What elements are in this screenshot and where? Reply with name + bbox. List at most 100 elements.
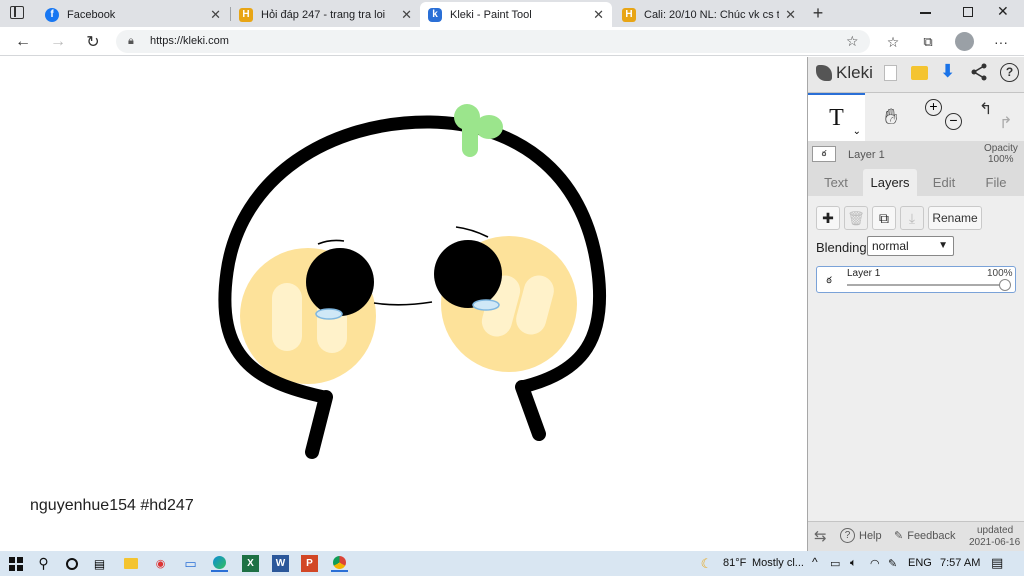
reload-button[interactable]: ↻ [82, 31, 104, 53]
tab-hoidap[interactable]: H Hỏi đáp 247 - trang tra loi ✕ [231, 2, 420, 27]
word-icon[interactable]: W [272, 555, 289, 572]
notification-icon[interactable]: ▤ [991, 555, 1003, 571]
close-icon[interactable]: ✕ [593, 7, 604, 23]
tool-row: T ⌄ ✋︎ + − ↰ ↱ [808, 93, 1024, 141]
avatar[interactable] [955, 32, 974, 51]
search-icon[interactable]: ⚲ [35, 555, 52, 572]
new-image-icon[interactable] [884, 65, 897, 81]
layer-opacity-slider[interactable] [847, 284, 1007, 286]
volume-icon[interactable]: 🔈︎ [850, 557, 857, 570]
undo-icon[interactable]: ↰ [979, 99, 992, 119]
app-icon[interactable]: ◉ [152, 555, 169, 572]
share-icon[interactable] [970, 63, 988, 86]
zoom-in-icon[interactable]: + [925, 99, 942, 116]
battery-icon[interactable]: ▭ [830, 557, 840, 570]
drawing-artwork [218, 104, 607, 459]
right-foot [515, 380, 546, 441]
rename-button[interactable]: Rename [928, 206, 982, 230]
close-icon[interactable]: ✕ [401, 7, 412, 23]
feedback-label: Feedback [907, 529, 956, 542]
hand-tool-button[interactable]: ✋︎ [865, 93, 917, 141]
merge-layer-button[interactable]: ⤓ [900, 206, 924, 230]
clock-time[interactable]: 7:57 AM [940, 557, 980, 569]
favorites-icon[interactable]: ☆ [882, 31, 904, 53]
file-explorer-icon[interactable] [122, 555, 139, 572]
url-text: https://kleki.com [150, 35, 229, 47]
layer-opacity-handle[interactable] [999, 279, 1011, 291]
weather-temp: 81°F [723, 557, 747, 569]
chrome-icon[interactable] [331, 555, 348, 572]
drawing-canvas[interactable]: nguyenhue154 #hd247 [0, 57, 807, 551]
language-indicator[interactable]: ENG [908, 557, 932, 569]
task-view-icon[interactable]: ▤ [91, 555, 108, 572]
zoom-tool-button[interactable]: + − [917, 93, 969, 141]
favorite-star-icon[interactable]: ☆ [846, 33, 859, 50]
kleki-icon: k [428, 7, 442, 22]
chevron-down-icon[interactable]: ⌄ [853, 126, 861, 137]
tab-title: Cali: 20/10 NL: Chúc vk cs thêm [644, 8, 780, 21]
layer-list-item[interactable]: ఠ Layer 1 100% [816, 266, 1016, 293]
window-menu-icon[interactable] [10, 6, 24, 19]
minimize-button[interactable] [920, 12, 931, 14]
redo-icon[interactable]: ↱ [999, 113, 1012, 133]
tab-file[interactable]: File [972, 169, 1020, 196]
feedback-link[interactable]: ✎ Feedback [894, 529, 956, 543]
pencil-icon: ✎ [894, 530, 904, 542]
windows-start-icon[interactable] [7, 555, 24, 572]
address-bar: ← → ↻ 🔒︎ https://kleki.com ☆ ☆ ⧉ ··· [0, 27, 1024, 56]
url-field[interactable]: 🔒︎ https://kleki.com ☆ [116, 30, 870, 53]
tray-chevron-icon[interactable]: ^ [812, 555, 818, 569]
duplicate-layer-button[interactable]: ⧉ [872, 206, 896, 230]
close-icon[interactable]: ✕ [210, 7, 221, 23]
download-icon[interactable]: ⬇ [940, 61, 955, 82]
swap-icon[interactable]: ⇆ [814, 527, 827, 545]
text-tool-button[interactable]: T ⌄ [808, 93, 865, 141]
tab-text[interactable]: Text [812, 169, 860, 196]
tab-layers[interactable]: Layers [863, 169, 917, 196]
kleki-logo-icon [816, 65, 832, 81]
tab-cali[interactable]: H Cali: 20/10 NL: Chúc vk cs thêm ✕ [614, 2, 804, 27]
back-button[interactable]: ← [12, 31, 34, 53]
tab-edit[interactable]: Edit [920, 169, 968, 196]
edge-icon[interactable] [211, 555, 228, 572]
delete-layer-button[interactable]: 🗑︎ [844, 206, 868, 230]
undo-redo-button[interactable]: ↰ ↱ [969, 93, 1024, 141]
layers-tab-body: ✚ 🗑︎ ⧉ ⤓ Rename Blending normal ▼ ఠ Laye… [808, 196, 1024, 521]
more-menu-icon[interactable]: ··· [990, 31, 1012, 53]
chevron-down-icon: ▼ [938, 240, 948, 251]
pen-icon[interactable]: ✎ [888, 557, 897, 570]
excel-icon[interactable]: X [242, 555, 259, 572]
monitor-icon[interactable]: ▭ [182, 555, 199, 572]
blending-value: normal [872, 239, 909, 253]
tab-kleki[interactable]: k Kleki - Paint Tool ✕ [420, 2, 612, 27]
cortana-icon[interactable] [63, 555, 80, 572]
layer-opacity-value: 100% [987, 268, 1013, 279]
help-icon: ? [840, 528, 855, 543]
zoom-out-icon[interactable]: − [945, 113, 962, 130]
kleki-logo: Kleki [816, 63, 873, 83]
add-layer-button[interactable]: ✚ [816, 206, 840, 230]
help-icon[interactable]: ? [1000, 63, 1019, 82]
lock-icon: 🔒︎ [128, 35, 134, 47]
tab-facebook[interactable]: f Facebook ✕ [37, 2, 229, 27]
close-window-button[interactable]: ✕ [997, 3, 1009, 20]
wifi-icon[interactable]: ◠ [870, 557, 880, 570]
weather-moon-icon[interactable]: ☾ [698, 555, 715, 572]
tab-title: Facebook [67, 8, 116, 21]
help-link[interactable]: ? Help [840, 528, 882, 543]
layer-thumbnail[interactable]: ఠ [812, 146, 836, 162]
layer-name: Layer 1 [847, 268, 881, 279]
open-folder-icon[interactable] [911, 66, 928, 80]
layer-thumbnail: ఠ [826, 275, 832, 285]
blending-select[interactable]: normal ▼ [867, 236, 954, 256]
left-eye [306, 248, 374, 316]
close-icon[interactable]: ✕ [785, 7, 796, 23]
new-tab-button[interactable]: + [808, 3, 828, 23]
help-label: Help [859, 529, 882, 542]
collections-icon[interactable]: ⧉ [917, 31, 939, 53]
forward-button[interactable]: → [47, 31, 69, 53]
maximize-button[interactable] [963, 7, 973, 17]
opacity-label: Opacity [984, 143, 1018, 154]
tool-panel: Kleki ⬇ ? T ⌄ ✋︎ + − ↰ ↱ ఠ Layer 1 Opaci… [807, 57, 1024, 551]
powerpoint-icon[interactable]: P [301, 555, 318, 572]
